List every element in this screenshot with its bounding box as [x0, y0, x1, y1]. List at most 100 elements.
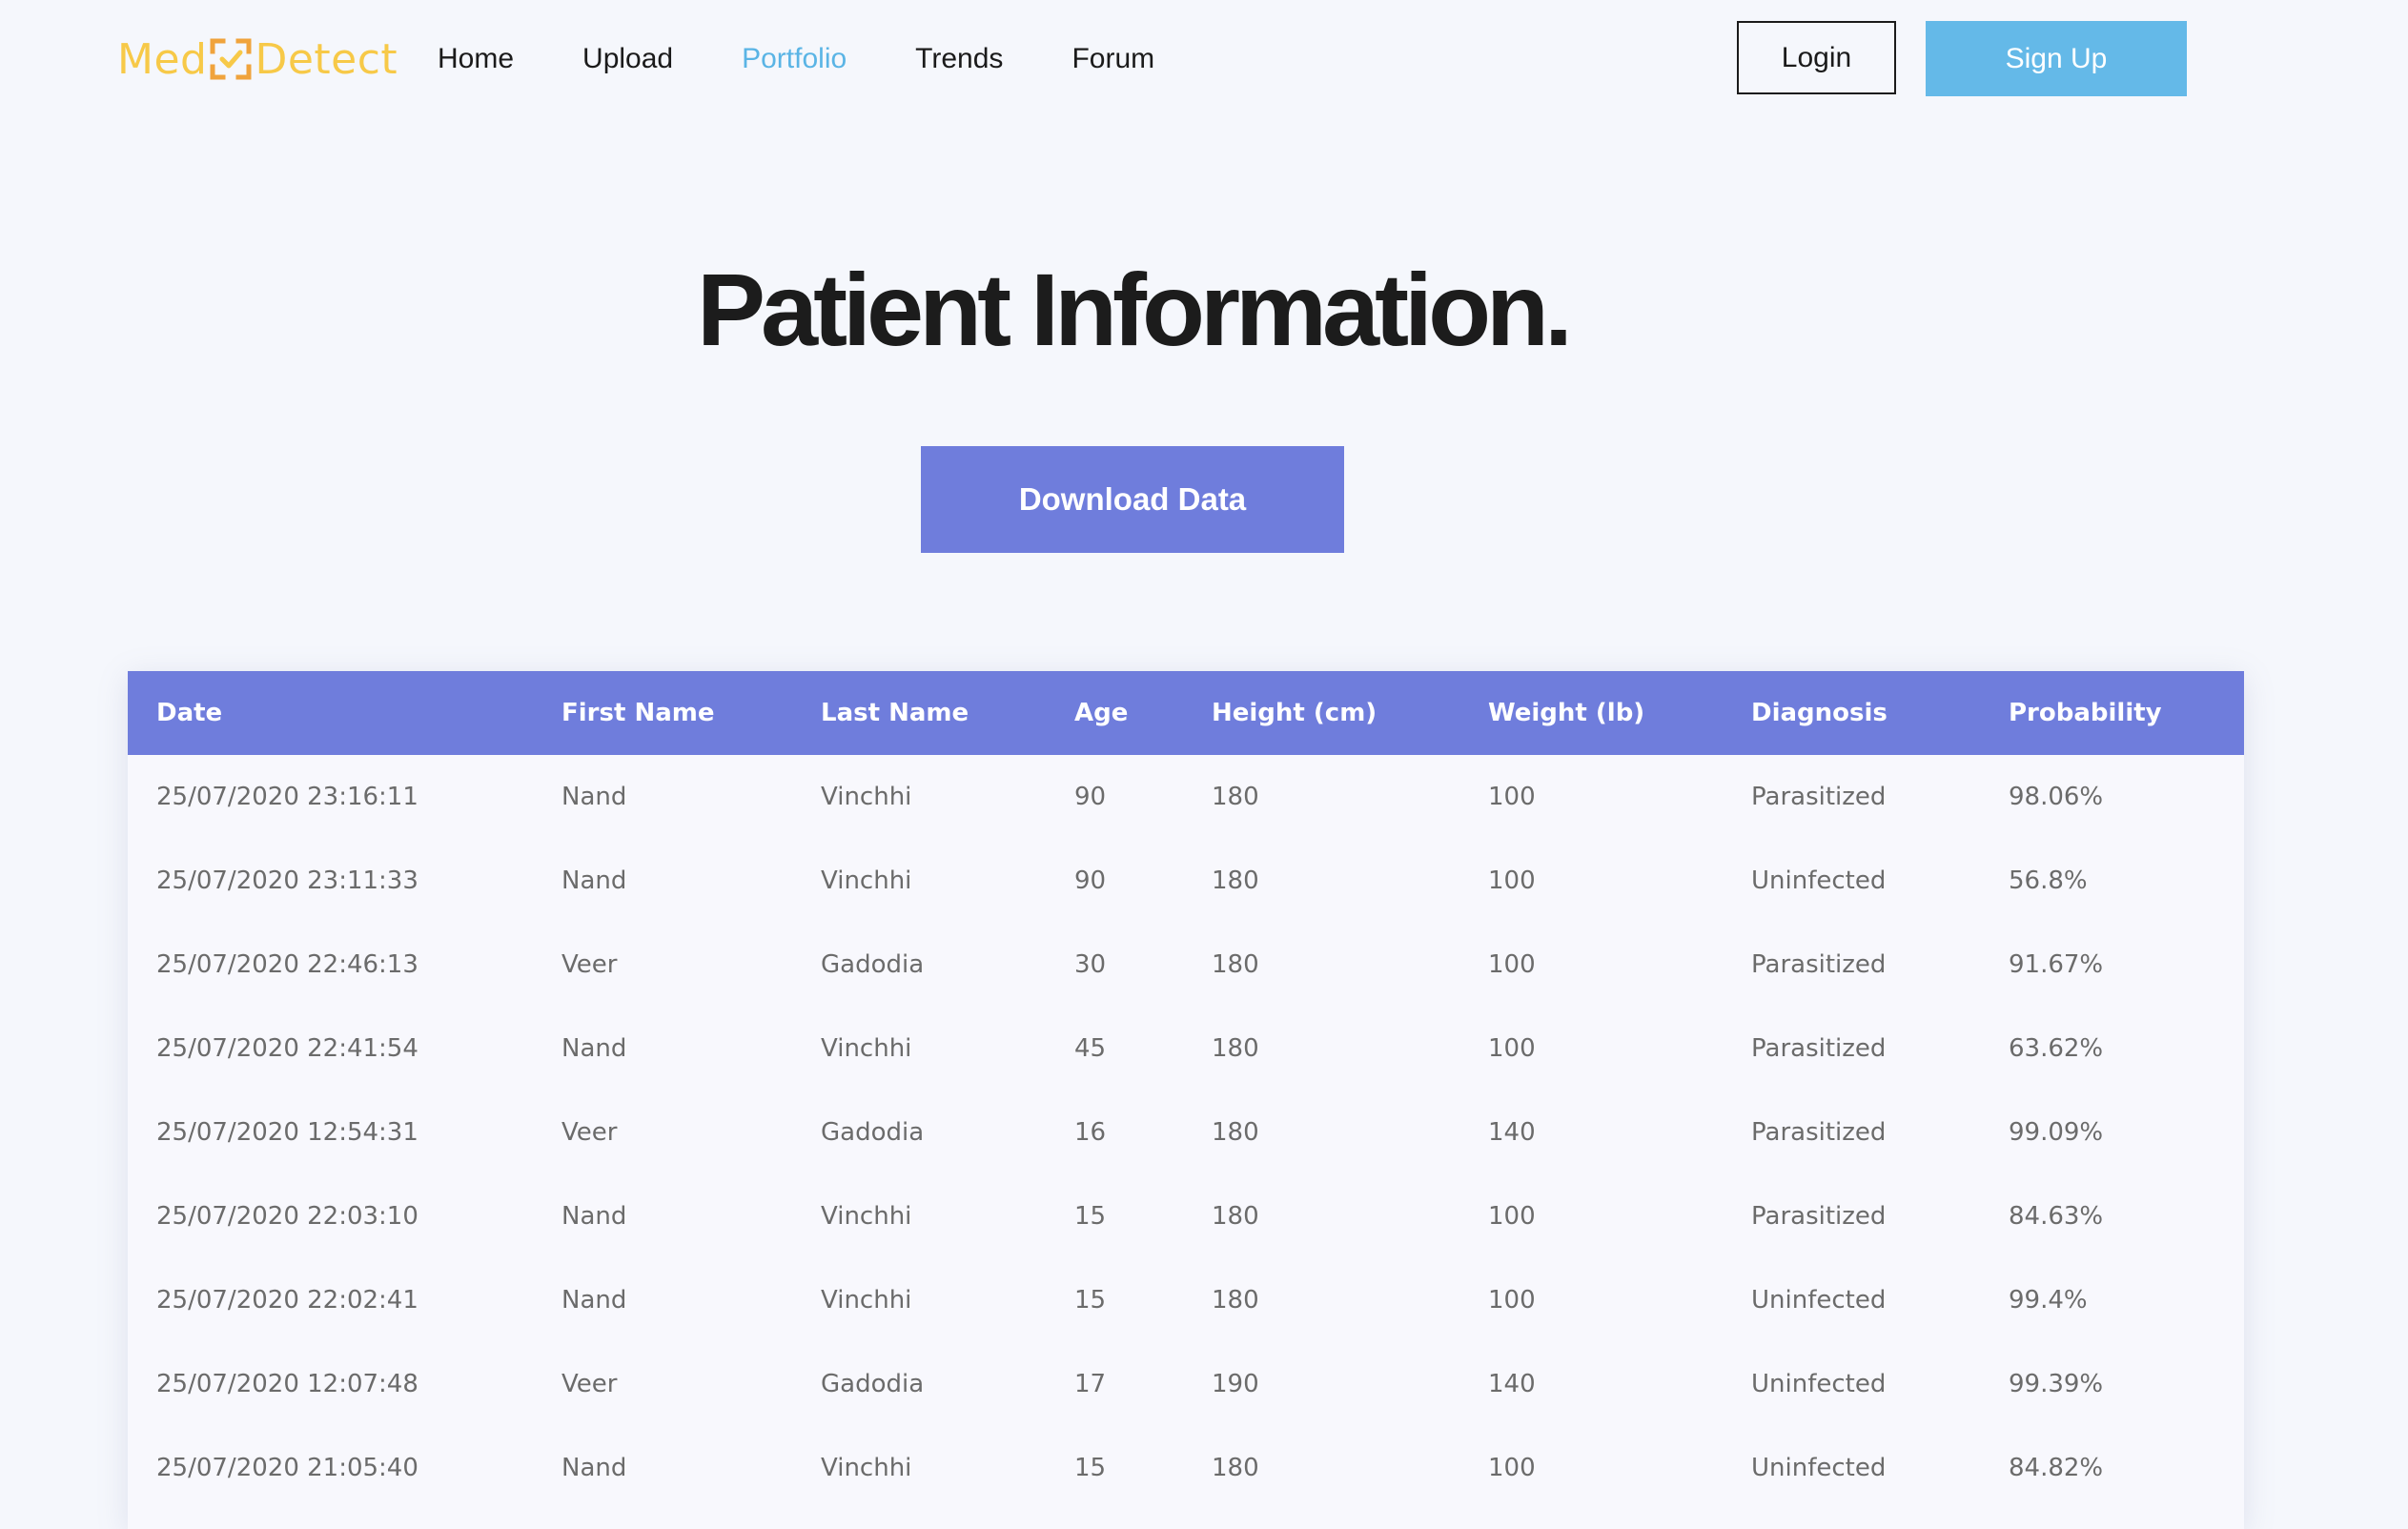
cell-first-name: Nand: [561, 1454, 627, 1482]
cell-age: 15: [1074, 1202, 1107, 1231]
cell-weight: 100: [1488, 1286, 1536, 1315]
cell-date: 25/07/2020 23:11:33: [156, 866, 418, 895]
table-row[interactable]: 25/07/2020 12:07:48 Veer Gadodia 17 190 140 Un…: [128, 1342, 2244, 1426]
cell-age: 90: [1074, 783, 1107, 811]
column-header-height[interactable]: Height (cm): [1183, 671, 1459, 755]
column-header-probability[interactable]: Probability: [1980, 671, 2244, 755]
cell-probability: 99.39%: [2009, 1370, 2104, 1398]
column-header-date[interactable]: Date: [128, 671, 533, 755]
cell-probability: 98.06%: [2009, 783, 2104, 811]
cell-last-name: Gadodia: [821, 1118, 925, 1147]
cell-weight: 100: [1488, 866, 1536, 895]
column-header-diagnosis[interactable]: Diagnosis: [1723, 671, 1980, 755]
nav-home[interactable]: Home: [438, 43, 514, 75]
cell-last-name: Vinchhi: [821, 1202, 912, 1231]
cell-diagnosis: Parasitized: [1751, 1118, 1887, 1147]
table-header-row: Date First Name Last Name Age Height (cm…: [128, 671, 2244, 755]
cell-age: 90: [1074, 866, 1107, 895]
cell-last-name: Vinchhi: [821, 1034, 912, 1063]
cell-diagnosis: Uninfected: [1751, 1286, 1887, 1315]
cell-probability: 56.8%: [2009, 866, 2088, 895]
cell-last-name: Vinchhi: [821, 783, 912, 811]
site-header: Med Detect Home Upload Portfolio Trends …: [0, 0, 2408, 118]
cell-date: 25/07/2020 22:41:54: [156, 1034, 418, 1063]
cell-date: 25/07/2020 12:07:48: [156, 1370, 418, 1398]
cell-date: 25/07/2020 22:02:41: [156, 1286, 418, 1315]
cell-diagnosis: Uninfected: [1751, 866, 1887, 895]
cell-last-name: Vinchhi: [821, 1454, 912, 1482]
cell-weight: 100: [1488, 1202, 1536, 1231]
cell-first-name: Veer: [561, 950, 618, 979]
cell-height: 180: [1212, 866, 1259, 895]
cell-age: 15: [1074, 1286, 1107, 1315]
cell-probability: 63.62%: [2009, 1034, 2104, 1063]
cell-first-name: Nand: [561, 1286, 627, 1315]
cell-age: 17: [1074, 1370, 1107, 1398]
cell-height: 180: [1212, 783, 1259, 811]
cell-height: 180: [1212, 950, 1259, 979]
patient-table: Date First Name Last Name Age Height (cm…: [128, 671, 2244, 1510]
cell-weight: 140: [1488, 1370, 1536, 1398]
nav-forum[interactable]: Forum: [1071, 43, 1154, 75]
table-row[interactable]: 25/07/2020 23:16:11 Nand Vinchhi 90 180 100 Pa…: [128, 755, 2244, 839]
cell-date: 25/07/2020 22:03:10: [156, 1202, 418, 1231]
cell-last-name: Gadodia: [821, 1370, 925, 1398]
cell-age: 15: [1074, 1454, 1107, 1482]
column-header-weight[interactable]: Weight (lb): [1459, 671, 1723, 755]
cell-height: 180: [1212, 1202, 1259, 1231]
cell-last-name: Gadodia: [821, 950, 925, 979]
main-nav: Home Upload Portfolio Trends Forum: [438, 36, 1223, 82]
cell-diagnosis: Parasitized: [1751, 783, 1887, 811]
cell-probability: 99.09%: [2009, 1118, 2104, 1147]
table-row[interactable]: 25/07/2020 22:46:13 Veer Gadodia 30 180 100 Pa…: [128, 923, 2244, 1007]
table-row[interactable]: 25/07/2020 12:54:31 Veer Gadodia 16 180 140 Pa…: [128, 1091, 2244, 1174]
cell-age: 45: [1074, 1034, 1107, 1063]
cell-weight: 100: [1488, 950, 1536, 979]
page-title: Patient Information.: [696, 252, 1573, 367]
cell-date: 25/07/2020 12:54:31: [156, 1118, 418, 1147]
cell-diagnosis: Uninfected: [1751, 1370, 1887, 1398]
cell-height: 180: [1212, 1118, 1259, 1147]
table-row[interactable]: 25/07/2020 21:05:40 Nand Vinchhi 15 180 100 Un…: [128, 1426, 2244, 1510]
cell-height: 180: [1212, 1454, 1259, 1482]
cell-weight: 100: [1488, 1454, 1536, 1482]
cell-weight: 100: [1488, 1034, 1536, 1063]
table-body: 25/07/2020 23:16:11 Nand Vinchhi 90 180 100 Pa…: [128, 755, 2244, 1510]
nav-portfolio[interactable]: Portfolio: [742, 43, 847, 75]
cell-diagnosis: Parasitized: [1751, 1034, 1887, 1063]
cell-date: 25/07/2020 22:46:13: [156, 950, 418, 979]
cell-probability: 84.82%: [2009, 1454, 2104, 1482]
cell-last-name: Vinchhi: [821, 866, 912, 895]
table-row[interactable]: 25/07/2020 23:11:33 Nand Vinchhi 90 180 100 Un…: [128, 839, 2244, 923]
cell-weight: 140: [1488, 1118, 1536, 1147]
cell-first-name: Nand: [561, 1202, 627, 1231]
download-data-button[interactable]: Download Data: [921, 446, 1344, 553]
column-header-first-name[interactable]: First Name: [533, 671, 792, 755]
table-row[interactable]: 25/07/2020 22:41:54 Nand Vinchhi 45 180 100 Pa…: [128, 1007, 2244, 1091]
cell-probability: 84.63%: [2009, 1202, 2104, 1231]
table-row[interactable]: 25/07/2020 22:03:10 Nand Vinchhi 15 180 100 Pa…: [128, 1174, 2244, 1258]
nav-trends[interactable]: Trends: [915, 43, 1003, 75]
table-row[interactable]: 25/07/2020 22:02:41 Nand Vinchhi 15 180 100 Un…: [128, 1258, 2244, 1342]
login-button[interactable]: Login: [1737, 21, 1896, 94]
check-frame-icon: [210, 38, 252, 80]
cell-first-name: Veer: [561, 1118, 618, 1147]
column-header-last-name[interactable]: Last Name: [792, 671, 1046, 755]
cell-weight: 100: [1488, 783, 1536, 811]
cell-height: 180: [1212, 1286, 1259, 1315]
cell-diagnosis: Parasitized: [1751, 1202, 1887, 1231]
medetect-logo[interactable]: Med Detect: [117, 32, 398, 86]
cell-last-name: Vinchhi: [821, 1286, 912, 1315]
logo-text-right: Detect: [255, 34, 398, 84]
cell-height: 190: [1212, 1370, 1259, 1398]
cell-age: 30: [1074, 950, 1107, 979]
cell-diagnosis: Parasitized: [1751, 950, 1887, 979]
cell-first-name: Nand: [561, 1034, 627, 1063]
signup-button[interactable]: Sign Up: [1926, 21, 2187, 96]
cell-height: 180: [1212, 1034, 1259, 1063]
cell-diagnosis: Uninfected: [1751, 1454, 1887, 1482]
nav-upload[interactable]: Upload: [582, 43, 673, 75]
cell-first-name: Nand: [561, 783, 627, 811]
column-header-age[interactable]: Age: [1046, 671, 1183, 755]
cell-first-name: Nand: [561, 866, 627, 895]
